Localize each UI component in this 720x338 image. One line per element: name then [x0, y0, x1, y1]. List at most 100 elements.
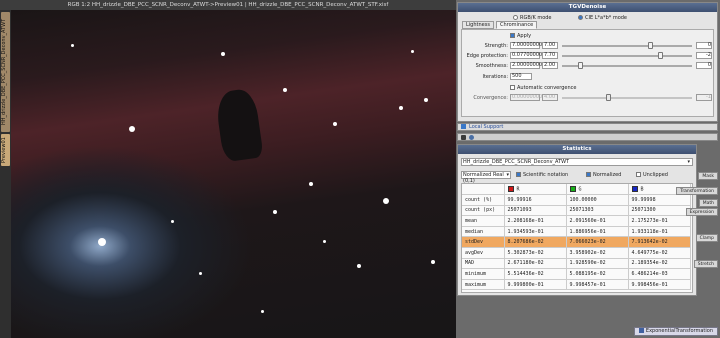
convergence-exponent-input[interactable]: 4.00	[542, 94, 558, 101]
star	[323, 240, 326, 243]
row-label: avgDev	[462, 247, 505, 259]
table-row[interactable]: avgDev 5.302873e-02 3.958902e-02 4.649775e-…	[462, 247, 691, 259]
radio-icon	[513, 15, 518, 20]
cell-r: 1.934593e-01	[504, 226, 567, 238]
radio-selected-icon	[578, 15, 583, 20]
slider-handle[interactable]	[648, 42, 653, 49]
cell-g: 1.886956e-01	[566, 226, 629, 238]
apply-icon[interactable]	[469, 135, 474, 140]
normalized-checkbox[interactable]: Normalized	[586, 172, 621, 178]
convergence-input[interactable]: 0.00000000	[510, 94, 542, 101]
new-instance-icon[interactable]	[461, 135, 466, 140]
checkbox-checked-icon	[516, 172, 521, 177]
cell-b: 99.99998	[628, 194, 691, 206]
cell-g: 3.958902e-02	[566, 247, 629, 259]
table-row[interactable]: count (px) 25071093 25071303 25071300	[462, 205, 691, 217]
star	[71, 44, 74, 47]
range-selector[interactable]: Normalized Real (0,1) ▾	[461, 171, 511, 184]
tab-chrominance[interactable]: Chrominance	[496, 21, 538, 29]
cell-r: 9.999800e-01	[504, 279, 567, 291]
local-support-section[interactable]: Local Support	[457, 123, 718, 131]
table-row[interactable]: stdDev 8.207686e-02 7.066023e-02 7.913642e-…	[462, 236, 691, 249]
star	[411, 50, 414, 53]
scientific-notation-checkbox[interactable]: Scientific notation	[516, 172, 568, 178]
side-button-stretch[interactable]: Stretch	[693, 260, 718, 268]
table-header-row: R G B	[462, 184, 691, 196]
cell-b: 1.933118e-01	[628, 226, 691, 238]
chevron-down-icon: ▾	[506, 172, 509, 178]
edge-protection-spinbox[interactable]: -2	[696, 52, 712, 59]
edge-protection-exponent-input[interactable]: 7.70	[542, 52, 558, 59]
side-button-expression[interactable]: Expression	[685, 208, 718, 216]
image-window: RGB 1:2 HH_drizzle_DBE_PCC_SCNR_Deconv_A…	[0, 0, 456, 338]
image-window-title: RGB 1:2 HH_drizzle_DBE_PCC_SCNR_Deconv_A…	[0, 0, 456, 10]
unclipped-checkbox[interactable]: Unclipped	[636, 172, 668, 178]
horsehead-silhouette	[214, 87, 264, 163]
tab-preview[interactable]: Preview01	[1, 134, 10, 166]
star	[273, 210, 277, 214]
cell-b: 6.486214e-03	[628, 268, 691, 280]
strength-input[interactable]: 7.00000000	[510, 42, 542, 49]
image-canvas[interactable]	[11, 10, 456, 338]
cell-g: 7.066023e-02	[566, 236, 629, 249]
table-row[interactable]: minimum 5.514436e-02 5.088195e-02 6.486214e…	[462, 268, 691, 280]
taskbar-item[interactable]: ExponentialTransformation	[633, 327, 718, 336]
convergence-spinbox[interactable]: -1	[696, 94, 712, 101]
star	[399, 106, 403, 110]
row-label: mean	[462, 215, 505, 227]
iterations-label: Iterations:	[482, 74, 509, 80]
view-selector[interactable]: HH_drizzle_DBE_PCC_SCNR_Deconv_ATWT ▾	[461, 158, 693, 166]
tab-main-view[interactable]: HH_drizzle_DBE_PCC_SCNR_Deconv_ATWT	[1, 12, 10, 132]
smoothness-spinbox[interactable]: 0	[696, 62, 712, 69]
convergence-slider[interactable]	[562, 94, 692, 101]
row-label: count (%)	[462, 194, 505, 206]
side-button-math[interactable]: Math	[698, 199, 718, 207]
cell-b: 7.913642e-02	[628, 236, 691, 249]
checkbox-icon	[510, 85, 515, 90]
strength-exponent-input[interactable]: 7.00	[542, 42, 558, 49]
table-row[interactable]: mean 2.208168e-01 2.091560e-01 2.175273e-01	[462, 215, 691, 227]
strength-spinbox[interactable]: 0	[696, 42, 712, 49]
cell-r: 2.208168e-01	[504, 215, 567, 227]
statistics-title: Statistics	[458, 145, 696, 154]
iterations-spinbox[interactable]: 500	[510, 73, 532, 80]
cell-g: 25071303	[566, 205, 629, 217]
edge-protection-input[interactable]: 0.07700000	[510, 52, 542, 59]
row-label: MAD	[462, 258, 505, 270]
checkbox-checked-icon	[586, 172, 591, 177]
cell-g: 1.928590e-02	[566, 258, 629, 270]
star	[309, 182, 313, 186]
statistics-table-container: R G B count (%) 99.99916 100.00000 99.99998…	[461, 183, 693, 293]
smoothness-input[interactable]: 2.00000000	[510, 62, 542, 69]
apply-checkbox[interactable]: Apply	[510, 33, 531, 39]
cell-b: 9.998456e-01	[628, 279, 691, 291]
edge-protection-slider[interactable]	[562, 52, 692, 59]
smoothness-exponent-input[interactable]: 2.00	[542, 62, 558, 69]
strength-label: Strength:	[484, 43, 508, 49]
table-row[interactable]: count (%) 99.99916 100.00000 99.99998	[462, 194, 691, 206]
side-button-mask[interactable]: Mask	[698, 172, 718, 180]
tgv-process-bar	[457, 133, 718, 141]
star	[383, 198, 389, 204]
side-button-transformation[interactable]: Transformation	[676, 187, 718, 195]
tab-lightness[interactable]: Lightness	[462, 21, 494, 29]
slider-handle[interactable]	[658, 52, 663, 59]
smoothness-label: Smoothness:	[475, 63, 508, 69]
cell-g: 9.998457e-01	[566, 279, 629, 291]
cell-g: 5.088195e-02	[566, 268, 629, 280]
row-label: count (px)	[462, 205, 505, 217]
star	[431, 260, 435, 264]
strength-slider[interactable]	[562, 42, 692, 49]
slider-handle[interactable]	[578, 62, 583, 69]
slider-handle[interactable]	[606, 94, 611, 101]
cell-r: 8.207686e-02	[504, 236, 567, 249]
blue-swatch	[631, 185, 638, 192]
table-row[interactable]: median 1.934593e-01 1.886956e-01 1.933118e-…	[462, 226, 691, 238]
table-row[interactable]: maximum 9.999800e-01 9.998457e-01 9.998456e…	[462, 279, 691, 291]
automatic-convergence-checkbox[interactable]: Automatic convergence	[510, 85, 576, 91]
ciel-mode-radio[interactable]: CIE L*a*b* mode	[578, 15, 627, 21]
table-row[interactable]: MAD 2.671180e-02 1.928590e-02 2.189354e-02	[462, 258, 691, 270]
star	[199, 272, 202, 275]
side-button-clamp[interactable]: Clamp	[695, 234, 718, 242]
smoothness-slider[interactable]	[562, 62, 692, 69]
